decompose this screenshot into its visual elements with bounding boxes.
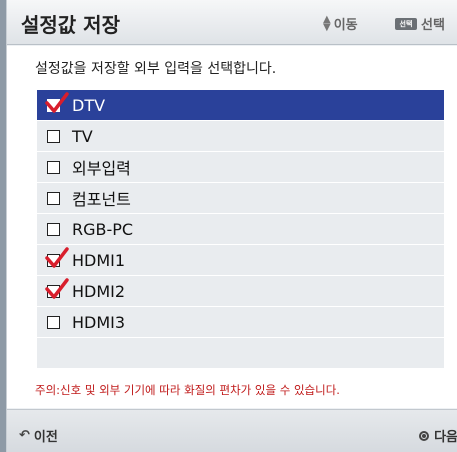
checkbox[interactable] [47,222,60,236]
save-settings-dialog: 설정값 저장 ▲ ▼ 이동 선택 선택 설정값을 저장할 외부 입력을 선택합니다… [6,0,457,452]
input-option-row[interactable]: TV [37,121,444,152]
checkbox[interactable] [45,277,69,299]
input-option-label: 외부입력 [72,159,131,178]
dialog-title: 설정값 저장 [21,13,120,37]
select-hint: 선택 선택 [395,14,445,33]
select-hint-label: 선택 [421,18,445,33]
instruction-text: 설정값을 저장할 외부 입력을 선택합니다. [35,61,277,77]
input-option-label: HDMI1 [72,250,126,270]
warning-note: 주의:신호 및 외부 기기에 따라 화질의 편차가 있을 수 있습니다. [35,383,340,397]
checkmark-icon [45,246,69,268]
checkbox[interactable] [45,246,69,268]
next-button[interactable]: 다음 [419,426,457,445]
previous-label: 이전 [33,430,58,445]
checkbox[interactable] [47,315,60,329]
previous-button[interactable]: ↶ 이전 [19,426,58,445]
input-option-label: TV [72,126,93,146]
input-option-label: HDMI2 [72,281,126,301]
ok-key-icon: 선택 [395,17,417,30]
input-option-row[interactable]: HDMI1 [37,245,444,276]
input-option-row[interactable]: 컴포넌트 [37,183,444,214]
ok-circle-icon [419,430,430,441]
checkbox[interactable] [47,191,60,205]
dialog-content: 설정값을 저장할 외부 입력을 선택합니다. DTV TV 외부입력컴포넌트 RGB-… [7,46,457,408]
move-hint-label: 이동 [333,18,358,33]
footer-bar: ↶ 이전 다음 [7,409,457,452]
input-option-row[interactable]: HDMI3 [37,307,444,338]
move-hint: ▲ ▼ 이동 [323,14,358,33]
input-option-row[interactable]: HDMI2 [37,276,444,307]
input-option-label: 컴포넌트 [72,190,131,209]
checkbox[interactable] [47,129,60,143]
input-option-label: HDMI3 [72,312,126,332]
empty-row [37,338,444,369]
next-label: 다음 [434,430,457,445]
checkbox[interactable] [45,91,69,113]
up-down-icon: ▲ ▼ [323,13,331,33]
input-option-row[interactable]: DTV [37,90,444,121]
input-option-label: DTV [72,95,106,115]
title-bar: 설정값 저장 ▲ ▼ 이동 선택 선택 [7,0,457,45]
input-option-label: RGB-PC [72,219,134,239]
back-arrow-icon: ↶ [19,428,30,443]
input-option-row[interactable]: 외부입력 [37,152,444,183]
checkbox[interactable] [47,160,60,174]
input-option-row[interactable]: RGB-PC [37,214,444,245]
checkmark-icon [45,91,69,113]
checkmark-icon [45,277,69,299]
input-list: DTV TV 외부입력컴포넌트 RGB-PC HDMI1 HDMI2 HDMI3 [37,90,444,369]
